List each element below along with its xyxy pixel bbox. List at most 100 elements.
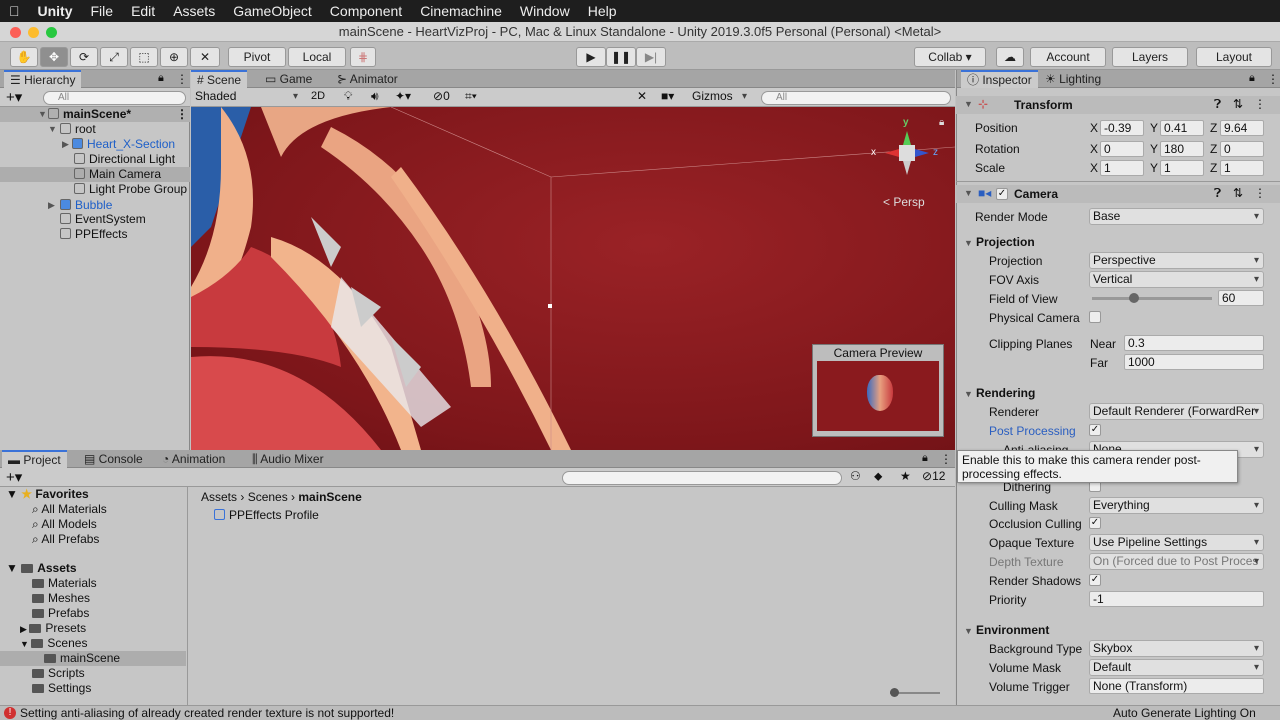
culling-mask-dropdown[interactable]: Everything xyxy=(1089,497,1264,514)
step-button[interactable]: ▶| xyxy=(636,47,666,67)
transform-header[interactable]: ▼ ⊹ Transform ❓︎ ⇅ ⋮ xyxy=(956,96,1280,114)
occlusion-culling-checkbox[interactable]: ✓ xyxy=(1089,517,1101,529)
rotation-z-field[interactable]: 0 xyxy=(1220,141,1264,157)
status-lighting[interactable]: Auto Generate Lighting On xyxy=(1113,706,1256,720)
fov-slider-handle[interactable] xyxy=(1129,293,1139,303)
lighting-toggle-icon[interactable]: 💡︎ xyxy=(344,89,352,104)
render-mode-dropdown[interactable]: Base xyxy=(1089,208,1264,225)
menu-unity[interactable]: Unity xyxy=(29,3,82,19)
folder-meshes[interactable]: Meshes xyxy=(32,591,90,606)
menu-window[interactable]: Window xyxy=(511,3,579,19)
tab-lighting[interactable]: ☀ Lighting xyxy=(1039,70,1107,88)
orientation-gizmo[interactable]: y x z xyxy=(871,117,941,187)
scene-item[interactable]: ▼ mainScene* ⋮ xyxy=(0,107,190,122)
favorite-all-prefabs[interactable]: ⌕ All Prefabs xyxy=(32,532,99,547)
tab-console[interactable]: ▤ Console xyxy=(78,450,149,468)
hierarchy-item-heart[interactable]: ▶ Heart_X-Section xyxy=(62,137,175,152)
minimize-button[interactable] xyxy=(28,27,39,38)
audio-toggle-icon[interactable]: 🔊︎ xyxy=(371,89,379,104)
more-icon[interactable]: ⋮ xyxy=(940,452,952,466)
far-field[interactable]: 1000 xyxy=(1124,354,1264,370)
physical-camera-checkbox[interactable] xyxy=(1089,311,1101,323)
shading-dropdown[interactable]: Shaded xyxy=(192,89,302,106)
scene-search[interactable]: All xyxy=(761,91,951,105)
hierarchy-item-bubble[interactable]: ▶ Bubble xyxy=(48,198,112,213)
scale-x-field[interactable]: 1 xyxy=(1100,160,1144,176)
preset-icon[interactable]: ⇅ xyxy=(1233,97,1243,111)
menu-edit[interactable]: Edit xyxy=(122,3,164,19)
breadcrumb-scenes[interactable]: Scenes xyxy=(248,490,288,504)
rotation-y-field[interactable]: 180 xyxy=(1160,141,1204,157)
folder-materials[interactable]: Materials xyxy=(32,576,97,591)
tab-animation[interactable]: ◔ Animation xyxy=(156,450,231,468)
play-button[interactable]: ▶ xyxy=(576,47,606,67)
menu-file[interactable]: File xyxy=(82,3,123,19)
maximize-button[interactable] xyxy=(46,27,57,38)
near-field[interactable]: 0.3 xyxy=(1124,335,1264,351)
rect-tool-icon[interactable]: ⬚ xyxy=(130,47,158,67)
icon-size-slider[interactable] xyxy=(890,688,940,697)
status-error-message[interactable]: Setting anti-aliasing of already created… xyxy=(20,706,394,720)
help-icon[interactable]: ❓︎ xyxy=(1214,186,1221,201)
hierarchy-item-ppeffects[interactable]: PPEffects xyxy=(60,227,127,242)
rotate-tool-icon[interactable]: ⟳ xyxy=(70,47,98,67)
opaque-texture-dropdown[interactable]: Use Pipeline Settings xyxy=(1089,534,1264,551)
volume-trigger-field[interactable]: None (Transform) xyxy=(1089,678,1264,694)
projection-section[interactable]: Projection xyxy=(976,235,1035,249)
file-ppeffects-profile[interactable]: PPEffects Profile xyxy=(214,508,319,523)
scene-viewport[interactable]: y x z 🔒︎ < Persp Camera Preview xyxy=(191,107,955,450)
environment-section[interactable]: Environment xyxy=(976,623,1049,637)
move-tool-icon[interactable]: ✥ xyxy=(40,47,68,67)
favorite-icon[interactable]: ★ xyxy=(900,469,911,483)
tab-hierarchy[interactable]: ☰ Hierarchy xyxy=(4,70,82,88)
favorite-all-materials[interactable]: ⌕ All Materials xyxy=(32,502,107,517)
fov-slider[interactable] xyxy=(1092,293,1212,303)
layout-dropdown[interactable]: Layout xyxy=(1196,47,1272,67)
position-y-field[interactable]: 0.41 xyxy=(1160,120,1204,136)
folder-presets[interactable]: ▶ Presets xyxy=(20,621,86,636)
menu-component[interactable]: Component xyxy=(321,3,411,19)
favorite-all-models[interactable]: ⌕ All Models xyxy=(32,517,97,532)
hierarchy-item-main-camera[interactable]: Main Camera xyxy=(0,167,190,182)
gizmos-dropdown[interactable]: Gizmos xyxy=(689,89,751,106)
scale-z-field[interactable]: 1 xyxy=(1220,160,1264,176)
tools-icon[interactable]: ✕ xyxy=(637,89,647,103)
help-icon[interactable]: ❓︎ xyxy=(1214,97,1221,112)
transform-tool-icon[interactable]: ⊕ xyxy=(160,47,188,67)
snap-icon[interactable]: ⋕ xyxy=(350,47,376,67)
hand-tool-icon[interactable]: ✋ xyxy=(10,47,38,67)
more-icon[interactable]: ⋮ xyxy=(1267,72,1279,86)
cloud-icon[interactable]: ☁ xyxy=(996,47,1024,67)
hierarchy-item-directional-light[interactable]: Directional Light xyxy=(74,152,175,167)
search-by-label-icon[interactable]: ⬥ xyxy=(874,469,882,484)
grid-toggle-icon[interactable]: ⌗▾ xyxy=(465,89,477,104)
preset-icon[interactable]: ⇅ xyxy=(1233,186,1243,200)
menu-assets[interactable]: Assets xyxy=(164,3,224,19)
fov-field[interactable]: 60 xyxy=(1218,290,1264,306)
rotation-x-field[interactable]: 0 xyxy=(1100,141,1144,157)
menu-gameobject[interactable]: GameObject xyxy=(224,3,321,19)
custom-tool-icon[interactable]: ✕ xyxy=(190,47,220,67)
tab-project[interactable]: ▬ Project xyxy=(2,450,67,468)
hierarchy-item-light-probe[interactable]: Light Probe Group xyxy=(74,182,187,197)
account-dropdown[interactable]: Account xyxy=(1030,47,1106,67)
projection-dropdown[interactable]: Perspective xyxy=(1089,252,1264,269)
folder-prefabs[interactable]: Prefabs xyxy=(32,606,89,621)
tab-inspector[interactable]: ⓘ Inspector xyxy=(961,70,1038,88)
more-icon[interactable]: ⋮ xyxy=(176,72,188,86)
tab-game[interactable]: ▭ Game xyxy=(259,70,318,88)
fov-axis-dropdown[interactable]: Vertical xyxy=(1089,271,1264,288)
folder-scripts[interactable]: Scripts xyxy=(32,666,85,681)
apple-icon[interactable]:  xyxy=(0,3,29,19)
lock-icon[interactable]: 🔒︎ xyxy=(922,452,928,465)
hidden-packages-toggle[interactable]: ⊘12 xyxy=(922,469,945,483)
scale-y-field[interactable]: 1 xyxy=(1160,160,1204,176)
lock-icon[interactable]: 🔒︎ xyxy=(158,72,164,85)
more-icon[interactable]: ⋮ xyxy=(176,107,188,122)
breadcrumb-mainscene[interactable]: mainScene xyxy=(298,490,361,504)
background-type-dropdown[interactable]: Skybox xyxy=(1089,640,1264,657)
collab-button[interactable]: Collab ▾ xyxy=(914,47,986,67)
menu-cinemachine[interactable]: Cinemachine xyxy=(411,3,511,19)
assets-folder[interactable]: ▼ Assets xyxy=(6,561,77,576)
pivot-toggle[interactable]: Pivot xyxy=(228,47,286,67)
